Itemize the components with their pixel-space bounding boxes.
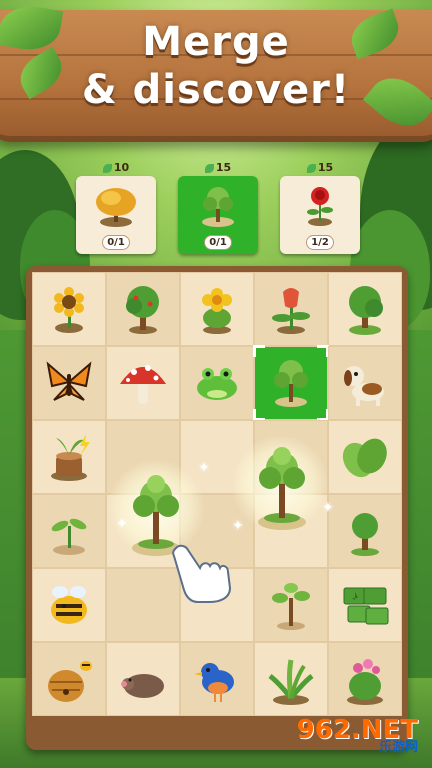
goal-cost-value: 15 [215, 161, 232, 174]
goal-cost-value: 10 [113, 161, 130, 174]
board-cell[interactable] [32, 272, 106, 346]
pointer-hand-icon [172, 544, 232, 603]
seedling-icon[interactable] [42, 504, 96, 558]
goal-cost: 15 [280, 160, 360, 176]
board-cell[interactable] [106, 568, 180, 642]
watermark-subtitle: 乐游网 [378, 740, 418, 755]
leaf-currency-icon [204, 163, 214, 173]
goal-progress: 0/1 [204, 235, 232, 250]
headline-line1: Merge [142, 19, 290, 65]
merge-board [26, 266, 408, 750]
board-cell[interactable] [254, 568, 328, 642]
board-cell[interactable] [328, 568, 402, 642]
young-tree-icon[interactable] [264, 356, 318, 410]
goal-card-1[interactable]: 10 0/1 [76, 160, 156, 256]
mole-icon[interactable] [116, 652, 170, 706]
sparkle-icon: ✦ [116, 516, 128, 532]
tulip-sprout-icon[interactable] [264, 282, 318, 336]
board-cell-selected[interactable] [253, 345, 329, 421]
board-cell[interactable] [254, 272, 328, 346]
board-cell[interactable] [180, 642, 254, 716]
green-frog-icon[interactable] [190, 356, 244, 410]
forest-cards-icon[interactable] [338, 578, 392, 632]
goal-panel: 10 0/1 15 0/1 15 1/2 [76, 160, 360, 256]
stump-sprout-icon[interactable] [42, 430, 96, 484]
green-tree-icon[interactable] [338, 282, 392, 336]
goal-cost: 15 [178, 160, 258, 176]
board-cell[interactable] [32, 642, 106, 716]
sapling-icon[interactable] [264, 578, 318, 632]
red-mushroom-icon[interactable] [116, 356, 170, 410]
board-cell[interactable] [328, 642, 402, 716]
board-cell[interactable] [254, 642, 328, 716]
board-cell[interactable] [32, 420, 106, 494]
goal-card-3[interactable]: 15 1/2 [280, 160, 360, 256]
board-cell[interactable] [32, 494, 106, 568]
red-rose-icon [307, 187, 333, 226]
site-watermark: 962.NET 乐游网 [254, 716, 424, 756]
board-cell[interactable] [106, 272, 180, 346]
young-tree-icon [202, 187, 234, 227]
green-leaves-icon[interactable] [338, 430, 392, 484]
board-cell[interactable] [106, 346, 180, 420]
beehive-icon[interactable] [42, 652, 96, 706]
board-cell[interactable] [328, 346, 402, 420]
goal-cost: 10 [76, 160, 156, 176]
sparkle-icon: ✦ [232, 518, 244, 534]
cactus-flower-icon[interactable] [190, 282, 244, 336]
board-cell[interactable] [32, 346, 106, 420]
leaf-currency-icon [306, 163, 316, 173]
monarch-butterfly-icon[interactable] [42, 356, 96, 410]
board-cell[interactable] [32, 568, 106, 642]
bumblebee-icon[interactable] [42, 578, 96, 632]
goal-progress: 0/1 [102, 235, 130, 250]
board-cell[interactable] [328, 494, 402, 568]
fern-plant-icon[interactable] [264, 652, 318, 706]
bluebird-icon[interactable] [190, 652, 244, 706]
small-tree-icon[interactable] [338, 504, 392, 558]
goal-card-2[interactable]: 15 0/1 [178, 160, 258, 256]
sunflower-icon[interactable] [42, 282, 96, 336]
goal-progress: 1/2 [306, 235, 334, 250]
golden-bush-icon [96, 188, 136, 227]
sparkle-icon: ✦ [198, 460, 210, 476]
board-cell[interactable] [106, 642, 180, 716]
goal-cost-value: 15 [317, 161, 334, 174]
sparkle-icon: ✦ [322, 500, 334, 516]
headline-text: Merge & discover! [0, 18, 432, 114]
board-cell[interactable] [180, 272, 254, 346]
flowering-cactus-icon[interactable] [338, 652, 392, 706]
apple-tree-icon[interactable] [116, 282, 170, 336]
beagle-dog-icon[interactable] [338, 356, 392, 410]
board-cell[interactable] [180, 346, 254, 420]
board-cell[interactable] [328, 420, 402, 494]
leaf-currency-icon [102, 163, 112, 173]
headline-line2: & discover! [81, 67, 351, 113]
young-tree-icon[interactable] [252, 442, 312, 534]
board-cell[interactable] [328, 272, 402, 346]
